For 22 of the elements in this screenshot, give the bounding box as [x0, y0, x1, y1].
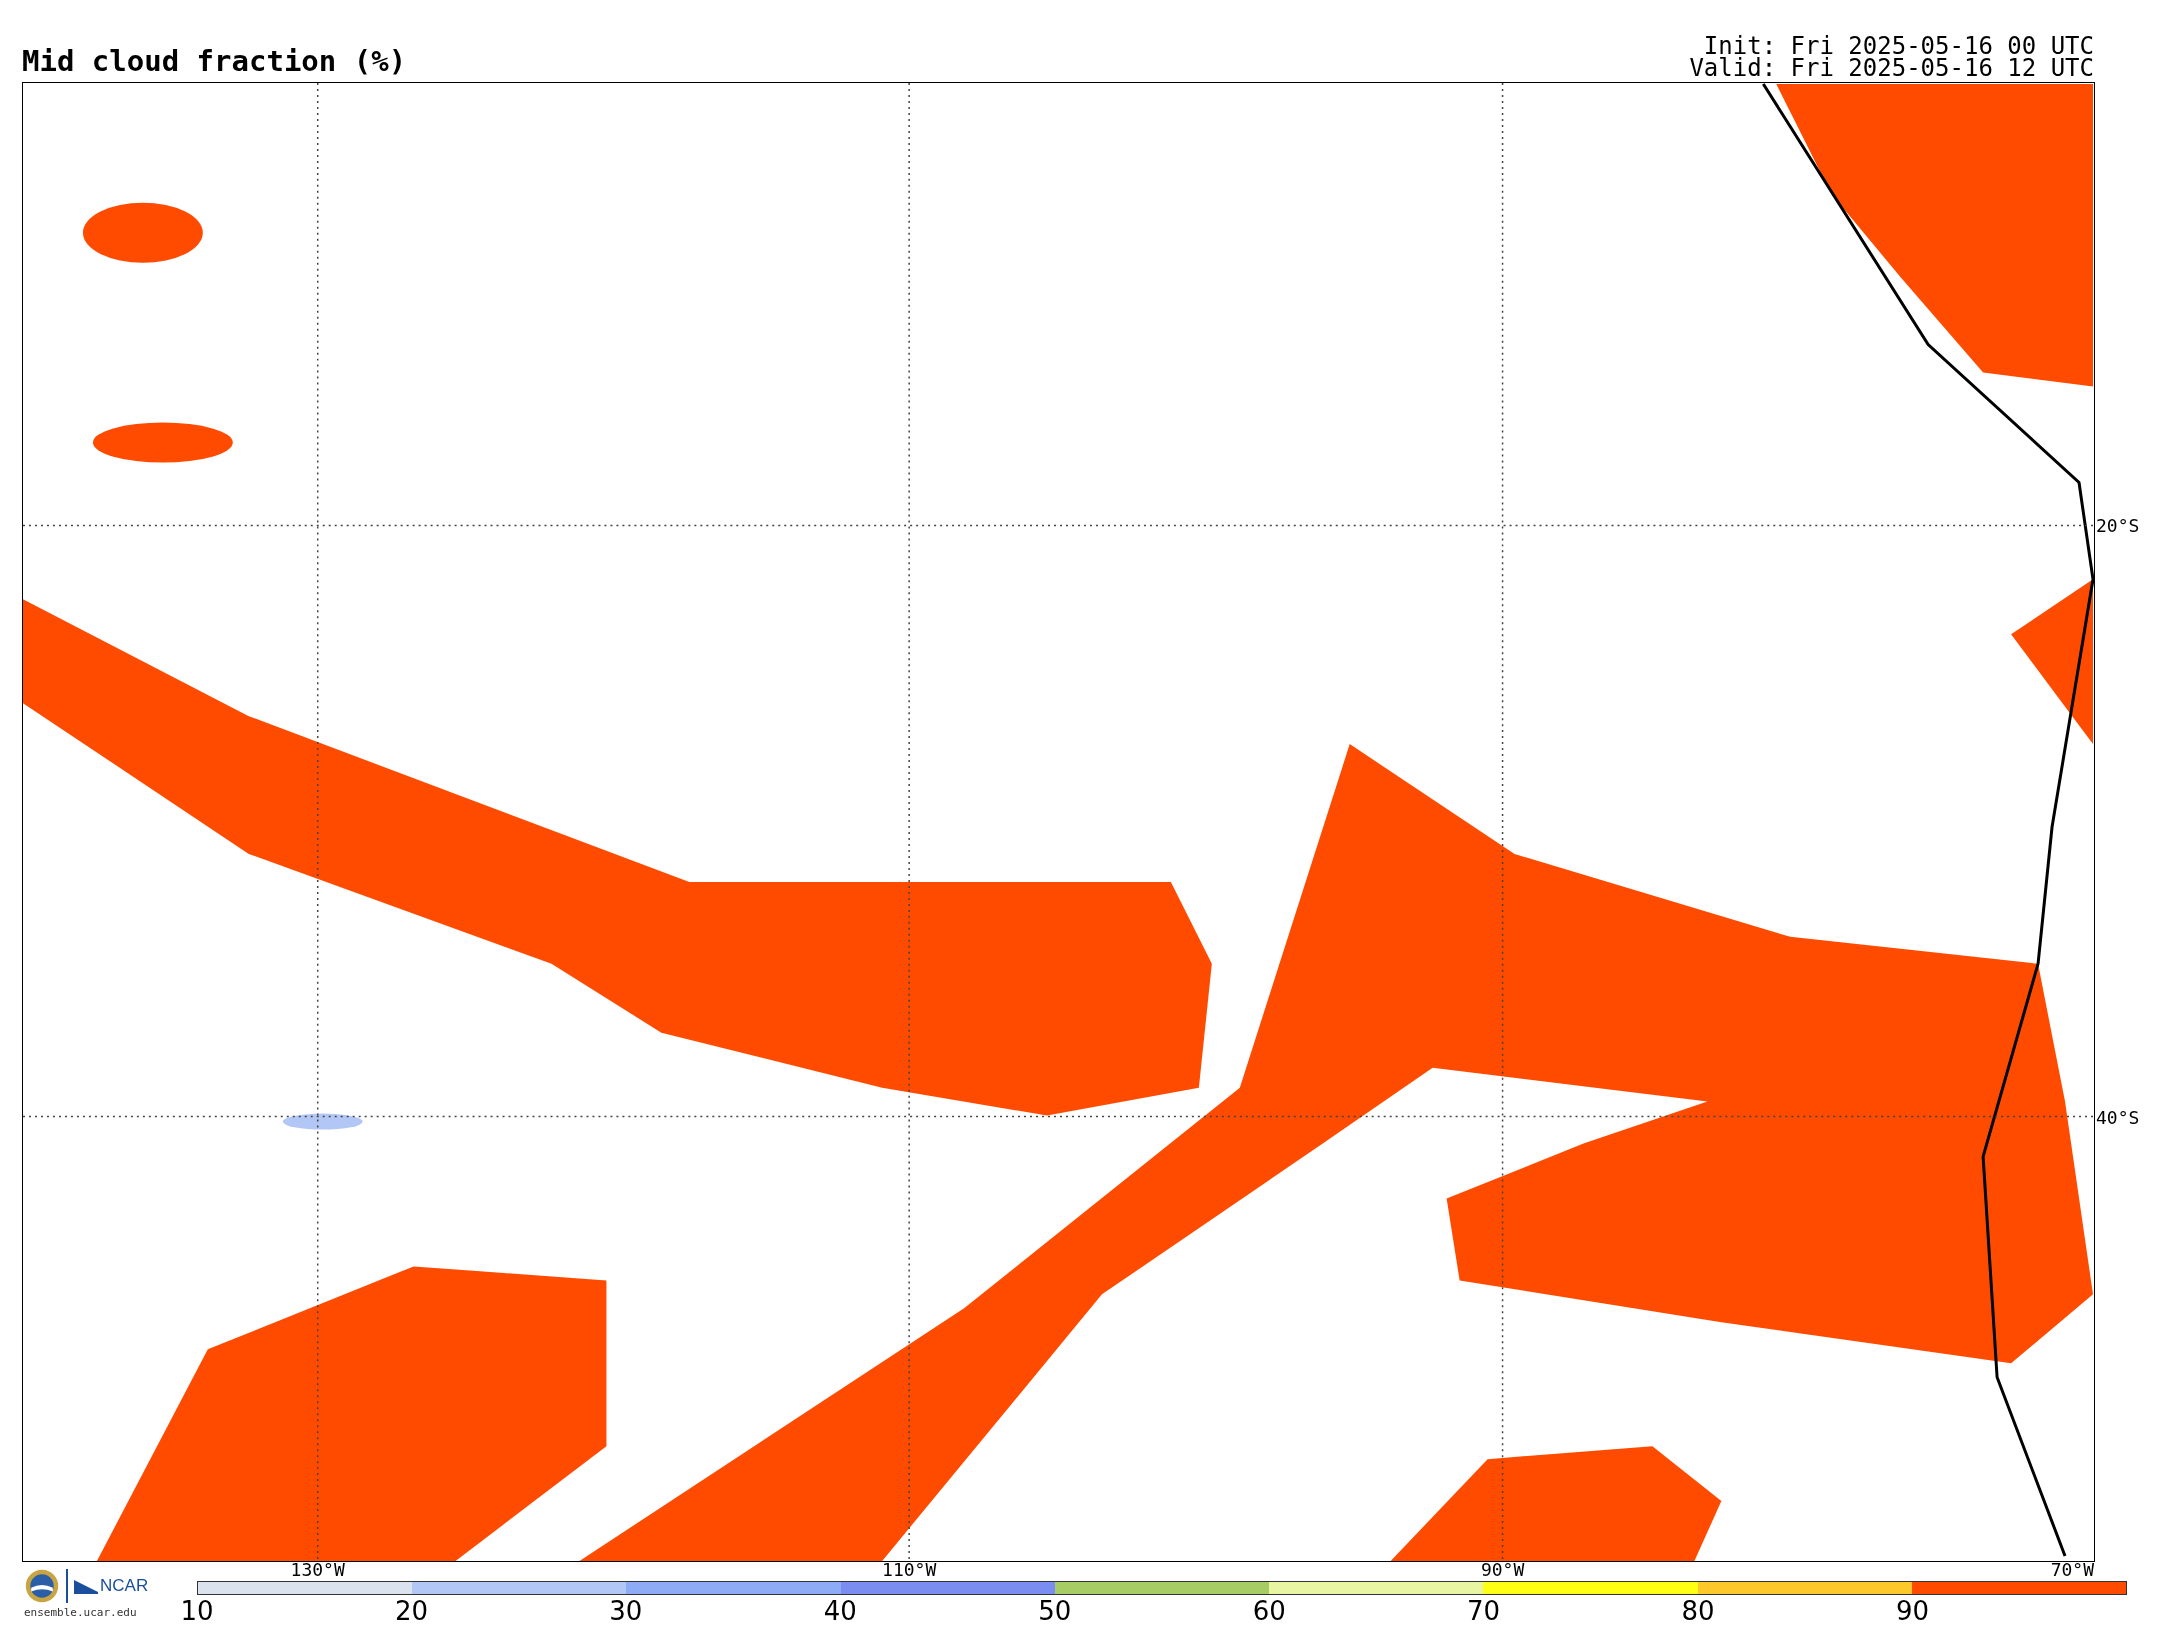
seal-icon [24, 1568, 60, 1604]
time-label: Init: Fri 2025-05-16 00 UTC [1703, 35, 2094, 57]
colorbar-tick-label: 70 [1467, 1597, 1501, 1625]
longitude-label: 70°W [2050, 1561, 2094, 1579]
colorbar-tick-label: 20 [394, 1597, 428, 1625]
longitude-label: 90°W [1480, 1561, 1525, 1579]
logo-text: NCAR [100, 1576, 149, 1596]
colorbar-tick-label: 40 [823, 1597, 857, 1625]
latitude-label: 40°S [2095, 1106, 2140, 1128]
colorbar-tick-label: 80 [1681, 1597, 1715, 1625]
colorbar-tick-label: 50 [1038, 1597, 1072, 1625]
ncar-logo-icon [74, 1578, 98, 1594]
site-url: ensemble.ucar.edu [24, 1606, 138, 1619]
colorbar-tick-label: 90 [1895, 1597, 1930, 1625]
colorbar-tick-label: 30 [609, 1597, 643, 1625]
plot-title: Mid cloud fraction (%) [22, 44, 407, 78]
colorbar-tick-label: 10 [180, 1597, 214, 1625]
longitude-label: 130°W [290, 1561, 345, 1579]
latitude-label: 20°S [2095, 514, 2140, 536]
time-label: Valid: Fri 2025-05-16 12 UTC [1689, 57, 2094, 79]
colorbar-tick-label: 60 [1252, 1597, 1286, 1625]
longitude-label: 110°W [882, 1561, 937, 1579]
